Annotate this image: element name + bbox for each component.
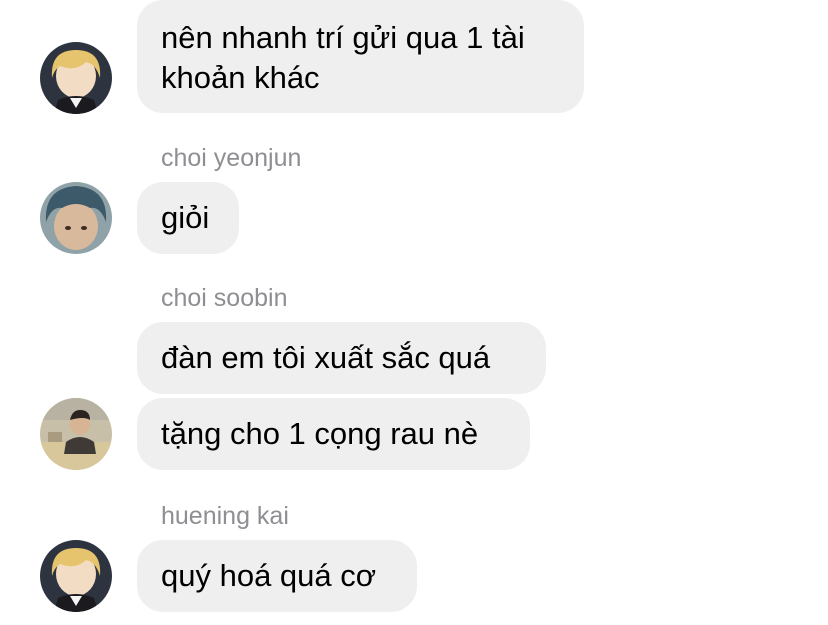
avatar-blonde-icon bbox=[40, 540, 112, 612]
message-bubble[interactable]: quý hoá quá cơ bbox=[137, 540, 417, 612]
avatar[interactable] bbox=[40, 42, 112, 114]
sender-name: choi soobin bbox=[161, 284, 288, 312]
message-bubble[interactable]: đàn em tôi xuất sắc quá bbox=[137, 322, 546, 394]
message-text: giỏi bbox=[161, 200, 210, 235]
message-text: nên nhanh trí gửi qua 1 tài khoản khác bbox=[161, 20, 525, 95]
message-text: quý hoá quá cơ bbox=[161, 558, 377, 593]
message-text: tặng cho 1 cọng rau nè bbox=[161, 416, 479, 451]
sender-name: huening kai bbox=[161, 502, 289, 530]
avatar[interactable] bbox=[40, 182, 112, 254]
message-bubble[interactable]: nên nhanh trí gửi qua 1 tài khoản khác bbox=[137, 0, 584, 113]
sender-name: choi yeonjun bbox=[161, 144, 302, 172]
message-bubble[interactable]: tặng cho 1 cọng rau nè bbox=[137, 398, 530, 470]
avatar-blonde-icon bbox=[40, 42, 112, 114]
message-text: đàn em tôi xuất sắc quá bbox=[161, 340, 491, 375]
avatar-photo-icon bbox=[40, 398, 112, 470]
avatar[interactable] bbox=[40, 398, 112, 470]
message-bubble[interactable]: giỏi bbox=[137, 182, 239, 254]
avatar[interactable] bbox=[40, 540, 112, 612]
avatar-blue-hair-icon bbox=[40, 182, 112, 254]
